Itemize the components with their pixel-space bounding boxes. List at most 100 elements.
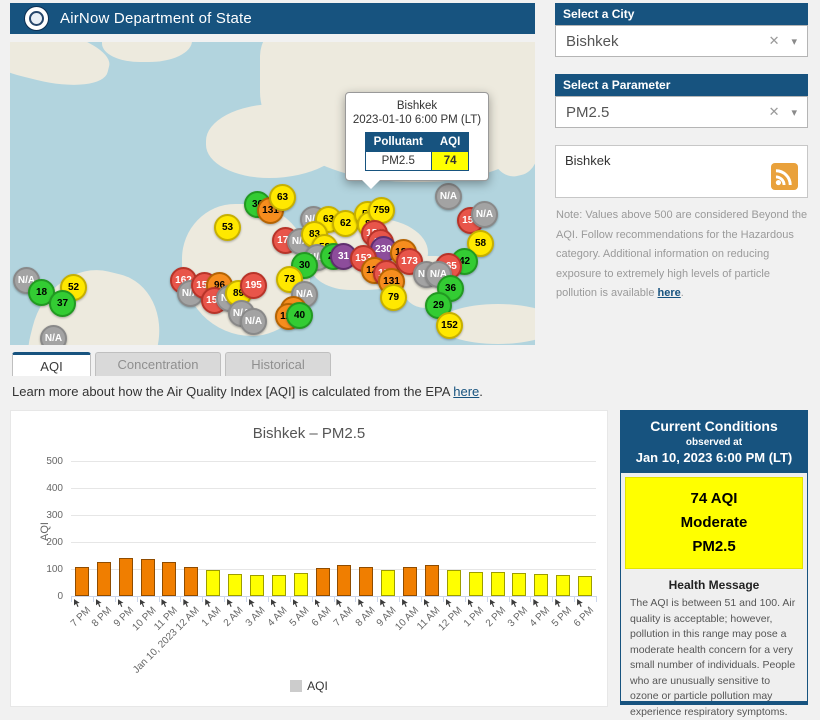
x-axis-label-text: 7 PM	[68, 605, 92, 629]
aqi-bar[interactable]	[556, 575, 570, 596]
x-axis-label-text: 2 PM	[484, 605, 508, 629]
tick-pointer-glyph	[140, 599, 147, 607]
landmass	[102, 42, 192, 62]
aqi-bar[interactable]	[403, 567, 417, 596]
aqi-bar[interactable]	[184, 567, 198, 596]
tick-pointer-glyph	[468, 599, 475, 607]
aqi-map-marker[interactable]: 79	[380, 284, 407, 311]
chart-gridline	[71, 461, 596, 462]
aqi-bar[interactable]	[491, 572, 505, 596]
aqi-map-marker[interactable]: 195	[240, 272, 267, 299]
tick-pointer-glyph	[293, 599, 300, 607]
aqi-chart-panel: Bishkek – PM2.5 AQI 0100200300400500AQI7…	[10, 410, 608, 707]
health-message-text: The AQI is between 51 and 100. Air quali…	[621, 596, 807, 720]
x-axis-tick	[312, 596, 313, 602]
chart-gridline	[71, 488, 596, 489]
x-axis-label-text: 1 PM	[462, 605, 486, 629]
chart-legend[interactable]: AQI	[11, 679, 607, 693]
tick-pointer-glyph	[205, 599, 212, 607]
x-axis-tick	[530, 596, 531, 602]
aqi-bar[interactable]	[578, 576, 592, 596]
aqi-map-marker[interactable]: 152	[436, 312, 463, 339]
current-conditions-title: Current Conditions	[625, 418, 803, 434]
x-axis-tick	[421, 596, 422, 602]
parameter-select-value: PM2.5	[566, 104, 769, 121]
chevron-down-icon[interactable]: ▾	[791, 35, 797, 48]
city-select[interactable]: Bishkek ✕ ▾	[555, 25, 808, 57]
aqi-map-marker[interactable]: N/A	[471, 201, 498, 228]
x-axis-tick	[443, 596, 444, 602]
aqi-bar[interactable]	[141, 559, 155, 596]
tick-pointer-glyph	[118, 599, 125, 607]
x-axis-tick	[115, 596, 116, 602]
note-suffix: .	[681, 287, 684, 299]
city-select-value: Bishkek	[566, 33, 769, 50]
tick-pointer-glyph	[402, 599, 409, 607]
aqi-map-marker[interactable]: N/A	[240, 308, 267, 335]
tab-concentration[interactable]: Concentration	[95, 352, 221, 376]
aqi-bar[interactable]	[469, 572, 483, 596]
aqi-bar[interactable]	[162, 562, 176, 596]
aqi-bar[interactable]	[447, 570, 461, 596]
x-axis-label-text: 4 AM	[266, 605, 290, 629]
aqi-map-marker[interactable]: N/A	[435, 183, 462, 210]
aqi-map-marker[interactable]: 37	[49, 290, 76, 317]
aqi-map-marker[interactable]: 40	[286, 302, 313, 329]
aqi-bar[interactable]	[97, 562, 111, 596]
x-axis-tick	[355, 596, 356, 602]
aqi-bar[interactable]	[512, 573, 526, 596]
aqi-map-marker[interactable]: 63	[269, 184, 296, 211]
current-conditions-header: Current Conditions observed at Jan 10, 2…	[621, 411, 807, 473]
aqi-map-marker[interactable]: N/A	[40, 325, 67, 345]
tooltip-col-pollutant: Pollutant	[365, 133, 431, 152]
aqi-value-box: 74 AQI Moderate PM2.5	[625, 477, 803, 569]
chart-gridline	[71, 515, 596, 516]
x-axis-tick	[596, 596, 597, 602]
x-axis-label-text: 6 PM	[572, 605, 596, 629]
chevron-down-icon[interactable]: ▾	[791, 106, 797, 119]
world-map[interactable]: N/A185237N/A162N/A15196151N/A89195N/AN/A…	[10, 42, 535, 345]
x-axis-tick	[224, 596, 225, 602]
x-axis-tick	[159, 596, 160, 602]
parameter-select[interactable]: PM2.5 ✕ ▾	[555, 96, 808, 128]
clear-icon[interactable]: ✕	[769, 33, 780, 49]
y-axis-tick-label: 300	[25, 510, 63, 521]
tick-pointer-glyph	[533, 599, 540, 607]
aqi-bar[interactable]	[250, 575, 264, 596]
legend-label: AQI	[307, 679, 328, 693]
tick-pointer-glyph	[336, 599, 343, 607]
beyond-aqi-note: Note: Values above 500 are considered Be…	[556, 206, 808, 304]
rss-feed-icon[interactable]	[771, 163, 798, 190]
x-axis-tick	[71, 596, 72, 602]
x-axis-label-text: 5 PM	[550, 605, 574, 629]
aqi-bar[interactable]	[119, 558, 133, 596]
y-axis-title: AQI	[39, 522, 51, 541]
clear-icon[interactable]: ✕	[769, 104, 780, 120]
aqi-bar[interactable]	[534, 574, 548, 596]
tooltip-city: Bishkek	[351, 100, 483, 112]
aqi-bar[interactable]	[206, 570, 220, 596]
epa-here-link[interactable]: here	[453, 384, 479, 399]
aqi-bar[interactable]	[425, 565, 439, 596]
chart-gridline	[71, 542, 596, 543]
aqi-bar[interactable]	[294, 573, 308, 596]
tick-pointer-glyph	[358, 599, 365, 607]
aqi-bar[interactable]	[75, 567, 89, 596]
tick-pointer-glyph	[183, 599, 190, 607]
note-here-link[interactable]: here	[658, 287, 681, 299]
tick-pointer-glyph	[74, 599, 81, 607]
aqi-bar[interactable]	[381, 570, 395, 596]
y-axis-tick-label: 500	[25, 456, 63, 467]
tick-pointer-glyph	[271, 599, 278, 607]
aqi-bar[interactable]	[359, 567, 373, 596]
tab-historical[interactable]: Historical	[225, 352, 331, 376]
aqi-bar[interactable]	[272, 575, 286, 596]
aqi-bar[interactable]	[228, 574, 242, 596]
aqi-pollutant: PM2.5	[628, 535, 800, 559]
aqi-map-marker[interactable]: 53	[214, 214, 241, 241]
x-axis-label-text: 8 PM	[90, 605, 114, 629]
tab-aqi[interactable]: AQI	[12, 352, 91, 376]
x-axis-label-text: 2 AM	[222, 605, 246, 629]
aqi-bar[interactable]	[337, 565, 351, 596]
aqi-bar[interactable]	[316, 568, 330, 596]
